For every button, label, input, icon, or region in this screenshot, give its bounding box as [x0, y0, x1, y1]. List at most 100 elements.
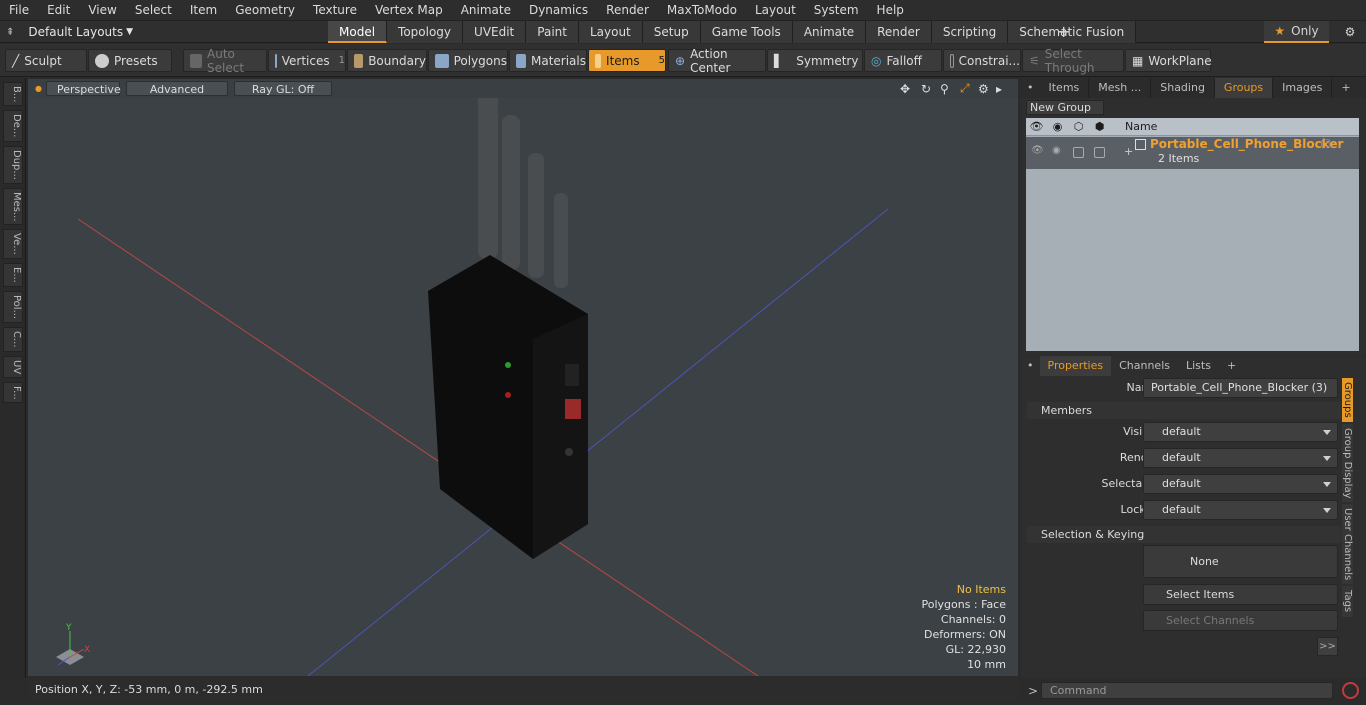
group-row[interactable]: 👁 ◉ + Portable_Cell_Phone_Blocker (3... …	[1026, 137, 1359, 169]
items-button[interactable]: Items 5	[588, 49, 666, 72]
3d-viewport[interactable]: Y X ● Perspective Advanced Ray GL: Off ✥…	[28, 79, 1018, 676]
left-tab-8[interactable]: UV	[3, 355, 23, 378]
zoom-view-icon[interactable]: ⚲	[940, 82, 949, 96]
selection-keying-section[interactable]: Selection & Keying	[1027, 526, 1341, 543]
property-dropdown-locked[interactable]: default	[1143, 500, 1338, 520]
symmetry-button[interactable]: ▌ Symmetry	[767, 49, 863, 72]
menu-edit[interactable]: Edit	[38, 3, 79, 17]
left-tab-1[interactable]: De...	[3, 110, 23, 142]
only-toggle[interactable]: ★ Only	[1264, 21, 1329, 43]
left-tab-6[interactable]: Pol...	[3, 290, 23, 323]
add-tab-icon[interactable]: +	[1057, 21, 1071, 43]
tab-setup[interactable]: Setup	[642, 21, 701, 43]
record-icon[interactable]	[1342, 682, 1359, 699]
tab-schematic-fusion[interactable]: Schematic Fusion	[1008, 21, 1137, 43]
tab-mesh-[interactable]: Mesh ...	[1089, 78, 1152, 98]
select-items-button[interactable]: Select Items	[1143, 584, 1338, 605]
row-render-icon[interactable]: ◉	[1052, 145, 1061, 156]
boundary-button[interactable]: Boundary	[347, 49, 427, 72]
left-tab-9[interactable]: F...	[3, 381, 23, 404]
tab-scripting[interactable]: Scripting	[931, 21, 1009, 43]
add-panel-tab-icon[interactable]: +	[1332, 78, 1359, 98]
more-button[interactable]: >>	[1317, 637, 1338, 656]
menu-animate[interactable]: Animate	[452, 3, 520, 17]
menu-vertex-map[interactable]: Vertex Map	[366, 3, 452, 17]
new-group-button[interactable]: New Group	[1026, 100, 1104, 115]
tab-lists[interactable]: Lists	[1178, 356, 1219, 376]
render-icon[interactable]: ◉	[1047, 120, 1068, 133]
property-dropdown-render[interactable]: default	[1143, 448, 1338, 468]
lock-icon[interactable]: ⬡	[1068, 120, 1089, 133]
left-tab-4[interactable]: Ve...	[3, 229, 23, 260]
menu-help[interactable]: Help	[868, 3, 913, 17]
tab-animate[interactable]: Animate	[792, 21, 867, 43]
menu-system[interactable]: System	[805, 3, 868, 17]
polygons-button[interactable]: Polygons	[428, 49, 508, 72]
auto-select-button[interactable]: Auto Select	[183, 47, 267, 75]
vertices-button[interactable]: Vertices 1	[268, 49, 346, 72]
side-tab-tags[interactable]: Tags	[1342, 586, 1353, 617]
left-tab-0[interactable]: B...	[3, 82, 23, 107]
name-field[interactable]: Portable_Cell_Phone_Blocker (3)	[1143, 378, 1338, 398]
menu-geometry[interactable]: Geometry	[226, 3, 304, 17]
none-button[interactable]: None	[1143, 545, 1338, 578]
left-tab-5[interactable]: E...	[3, 263, 23, 287]
menu-view[interactable]: View	[79, 3, 125, 17]
tab-items[interactable]: Items	[1040, 78, 1090, 98]
side-tab-group-display[interactable]: Group Display	[1342, 423, 1353, 503]
advanced-button[interactable]: Advanced	[126, 81, 228, 96]
left-tab-3[interactable]: Mes...	[3, 187, 23, 226]
constraints-button[interactable]: Constrai...	[943, 49, 1021, 72]
action-center-button[interactable]: ⊕ Action Center	[668, 47, 766, 75]
command-input[interactable]: Command	[1041, 682, 1333, 699]
tab-game-tools[interactable]: Game Tools	[700, 21, 793, 43]
gear-icon[interactable]: ⚙	[1340, 21, 1360, 43]
tab-channels[interactable]: Channels	[1111, 356, 1178, 376]
members-section[interactable]: Members	[1027, 402, 1341, 419]
row-eye-icon[interactable]: 👁	[1031, 145, 1044, 156]
viewport-settings-icon[interactable]: ⚙	[978, 82, 989, 96]
row-lock-box[interactable]	[1073, 147, 1084, 158]
workplane-button[interactable]: ▦ WorkPlane	[1125, 49, 1212, 72]
eye-icon[interactable]: 👁	[1026, 120, 1047, 133]
tab-groups[interactable]: Groups	[1214, 78, 1274, 98]
row-select-box[interactable]	[1094, 147, 1105, 158]
add-properties-tab-icon[interactable]: +	[1219, 356, 1244, 376]
left-tab-7[interactable]: C...	[3, 326, 23, 352]
side-tab-groups[interactable]: Groups	[1342, 378, 1353, 422]
tab-render[interactable]: Render	[866, 21, 932, 43]
select-icon[interactable]: ⬢	[1089, 120, 1110, 133]
menu-texture[interactable]: Texture	[304, 3, 366, 17]
rotate-view-icon[interactable]: ↻	[921, 82, 931, 96]
tab-paint[interactable]: Paint	[526, 21, 579, 43]
menu-render[interactable]: Render	[597, 3, 658, 17]
tab-topology[interactable]: Topology	[387, 21, 464, 43]
layouts-dropdown[interactable]: ⇞ Default Layouts ▼	[6, 21, 133, 43]
menu-dynamics[interactable]: Dynamics	[520, 3, 597, 17]
move-view-icon[interactable]: ✥	[900, 82, 910, 96]
materials-button[interactable]: Materials	[509, 49, 587, 72]
tab-uvedit[interactable]: UVEdit	[463, 21, 527, 43]
perspective-button[interactable]: Perspective	[46, 81, 121, 96]
raygl-button[interactable]: Ray GL: Off	[234, 81, 332, 96]
left-tab-2[interactable]: Dup...	[3, 145, 23, 184]
side-tab-user-channels[interactable]: User Channels	[1342, 504, 1353, 585]
play-icon[interactable]: ▸	[996, 82, 1002, 96]
tab-images[interactable]: Images	[1273, 78, 1333, 98]
sculpt-button[interactable]: ╱ Sculpt	[5, 49, 87, 72]
menu-item[interactable]: Item	[181, 3, 226, 17]
menu-maxtomodo[interactable]: MaxToModo	[658, 3, 746, 17]
property-dropdown-visible[interactable]: default	[1143, 422, 1338, 442]
tab-properties[interactable]: Properties	[1039, 356, 1112, 376]
tab-layout[interactable]: Layout	[578, 21, 643, 43]
tab-shading[interactable]: Shading	[1151, 78, 1215, 98]
select-through-button[interactable]: ⚟ Select Through	[1022, 47, 1124, 75]
tab-model[interactable]: Model	[328, 21, 388, 43]
select-channels-button[interactable]: Select Channels	[1143, 610, 1338, 631]
falloff-button[interactable]: ◎ Falloff	[864, 49, 942, 72]
expand-icon[interactable]: +	[1124, 145, 1133, 158]
property-dropdown-selectable[interactable]: default	[1143, 474, 1338, 494]
presets-button[interactable]: Presets	[88, 49, 172, 72]
menu-select[interactable]: Select	[126, 3, 181, 17]
menu-layout[interactable]: Layout	[746, 3, 805, 17]
